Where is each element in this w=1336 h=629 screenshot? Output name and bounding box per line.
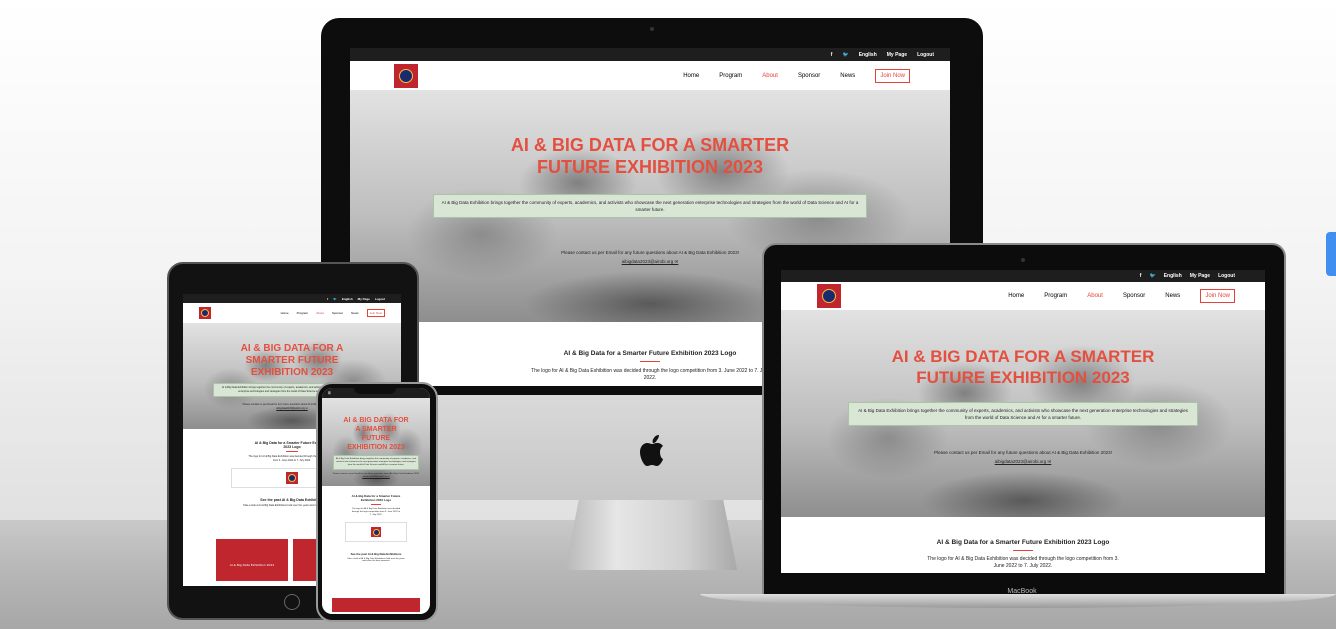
- ipad-home-button: [284, 594, 300, 610]
- contact-email-link[interactable]: aibigdata2023@airobi.org ✉: [781, 457, 1265, 466]
- exhibition-logo: [286, 472, 298, 484]
- nav-home[interactable]: Home: [1008, 293, 1024, 299]
- nav-news[interactable]: News: [1165, 293, 1180, 299]
- hero-description: AI & Big Data Exhibition brings together…: [433, 194, 867, 218]
- imac-camera: [650, 27, 654, 31]
- hero-section: AI & BIG DATA FOR A SMARTER FUTURE EXHIB…: [781, 310, 1265, 517]
- macbook-camera: [1021, 258, 1025, 262]
- nav-about[interactable]: About: [762, 73, 778, 79]
- hero-title: AI & BIG DATA FOR A SMARTER FUTURE EXHIB…: [343, 417, 409, 451]
- past-exhibition-tile[interactable]: [332, 598, 420, 612]
- exhibition-logo: [371, 527, 381, 537]
- hero-title: AI & BIG DATA FOR A SMARTER FUTURE EXHIB…: [891, 347, 1155, 387]
- past-exhibitions-text: Take a look at AI & Big Data Exhibitions…: [347, 558, 405, 562]
- past-exhibitions-title: See the past AI & Big Data Exhibitions: [350, 552, 402, 556]
- logo-section: AI & Big Data for a Smarter Future Exhib…: [781, 517, 1265, 570]
- hero-description: AI & Big Data Exhibition brings together…: [333, 455, 419, 470]
- tile-label: AI & Big Data Exhibition 2022: [229, 563, 275, 567]
- nav-home[interactable]: Home: [683, 73, 699, 79]
- language-link[interactable]: English: [859, 52, 877, 58]
- title-underline: [371, 504, 381, 505]
- title-underline: [1013, 550, 1033, 551]
- hero-description: AI & Big Data Exhibition brings together…: [848, 402, 1198, 426]
- site-logo[interactable]: [199, 307, 211, 319]
- logout-link[interactable]: Logout: [917, 52, 934, 58]
- hero-section: AI & BIG DATA FOR A SMARTER FUTURE EXHIB…: [322, 398, 430, 486]
- nav-sponsor[interactable]: Sponsor: [332, 311, 343, 315]
- logo-section-text: The logo for AI & Big Data Exhibition wa…: [927, 556, 1119, 569]
- my-page-link[interactable]: My Page: [887, 52, 907, 58]
- hero-title: AI & BIG DATA FOR A SMARTER FUTURE EXHIB…: [240, 343, 344, 378]
- site-logo[interactable]: [817, 284, 841, 308]
- twitter-icon[interactable]: 🐦: [842, 52, 848, 58]
- nav-about[interactable]: About: [316, 311, 324, 315]
- title-underline: [640, 361, 660, 362]
- hero-contact: Please contact us per Email for any futu…: [322, 473, 430, 479]
- logout-link[interactable]: Logout: [375, 297, 385, 301]
- nav-sponsor[interactable]: Sponsor: [798, 73, 820, 79]
- site-logo[interactable]: [394, 63, 418, 88]
- site-topbar: f 🐦 English My Page Logout: [781, 270, 1265, 282]
- nav-home[interactable]: Home: [281, 311, 289, 315]
- nav-about[interactable]: About: [1087, 293, 1103, 299]
- contact-email-link[interactable]: aibigdata2023@airobi.org ✉: [322, 476, 430, 479]
- twitter-icon[interactable]: 🐦: [333, 297, 337, 301]
- logout-link[interactable]: Logout: [1218, 273, 1235, 279]
- nav-program[interactable]: Program: [297, 311, 309, 315]
- hero-contact: Please contact us per Email for any futu…: [781, 448, 1265, 466]
- language-link[interactable]: English: [342, 297, 353, 301]
- nav-program[interactable]: Program: [719, 73, 742, 79]
- my-page-link[interactable]: My Page: [358, 297, 370, 301]
- imac-stand: [565, 500, 737, 570]
- twitter-icon[interactable]: 🐦: [1149, 273, 1155, 279]
- macbook-label: MacBook: [1007, 588, 1037, 595]
- language-link[interactable]: English: [1164, 273, 1182, 279]
- join-now-button[interactable]: Join Now: [875, 68, 910, 83]
- nav-program[interactable]: Program: [1044, 293, 1067, 299]
- site-topbar: f 🐦 English My Page Logout: [350, 48, 950, 61]
- menu-icon[interactable]: ☰: [328, 391, 331, 395]
- apple-logo-icon: [640, 435, 663, 466]
- logo-section-text: The logo for AI & Big Data Exhibition wa…: [351, 508, 401, 516]
- nav-news[interactable]: News: [840, 73, 855, 79]
- join-now-button[interactable]: Join Now: [366, 309, 385, 317]
- logo-section-title: AI & Big Data for a Smarter Future Exhib…: [351, 494, 401, 502]
- facebook-icon[interactable]: f: [1140, 273, 1142, 279]
- macbook-screen: f 🐦 English My Page Logout Home Program …: [781, 270, 1265, 573]
- logo-image-box: [345, 522, 407, 542]
- title-underline: [286, 451, 298, 452]
- past-exhibition-tile[interactable]: AI & Big Data Exhibition 2022: [216, 539, 288, 581]
- nav-news[interactable]: News: [351, 311, 359, 315]
- site-navbar: Home Program About Sponsor News Join Now: [183, 303, 401, 323]
- contact-text: Please contact us per Email for any futu…: [934, 450, 1112, 455]
- past-exhibition-tile[interactable]: [293, 539, 318, 581]
- hero-title: AI & BIG DATA FOR A SMARTER FUTURE EXHIB…: [510, 135, 790, 177]
- logo-section-text: The logo for AI & Big Data Exhibition wa…: [531, 368, 769, 381]
- facebook-icon[interactable]: f: [327, 297, 328, 301]
- my-page-link[interactable]: My Page: [1190, 273, 1210, 279]
- side-tab[interactable]: [1326, 232, 1336, 276]
- iphone-notch: [354, 386, 396, 394]
- site-navbar: Home Program About Sponsor News Join Now: [781, 282, 1265, 310]
- site-topbar: f 🐦 English My Page Logout: [183, 294, 401, 303]
- join-now-button[interactable]: Join Now: [1200, 289, 1235, 303]
- logo-section: AI & Big Data for a Smarter Future Exhib…: [322, 486, 430, 562]
- nav-sponsor[interactable]: Sponsor: [1123, 293, 1145, 299]
- logo-section-title: AI & Big Data for a Smarter Future Exhib…: [936, 539, 1110, 546]
- facebook-icon[interactable]: f: [831, 52, 833, 58]
- site-navbar: Home Program About Sponsor News Join Now: [350, 61, 950, 90]
- iphone-screen: ☰ AI & BIG DATA FOR A SMARTER FUTURE EXH…: [322, 388, 430, 614]
